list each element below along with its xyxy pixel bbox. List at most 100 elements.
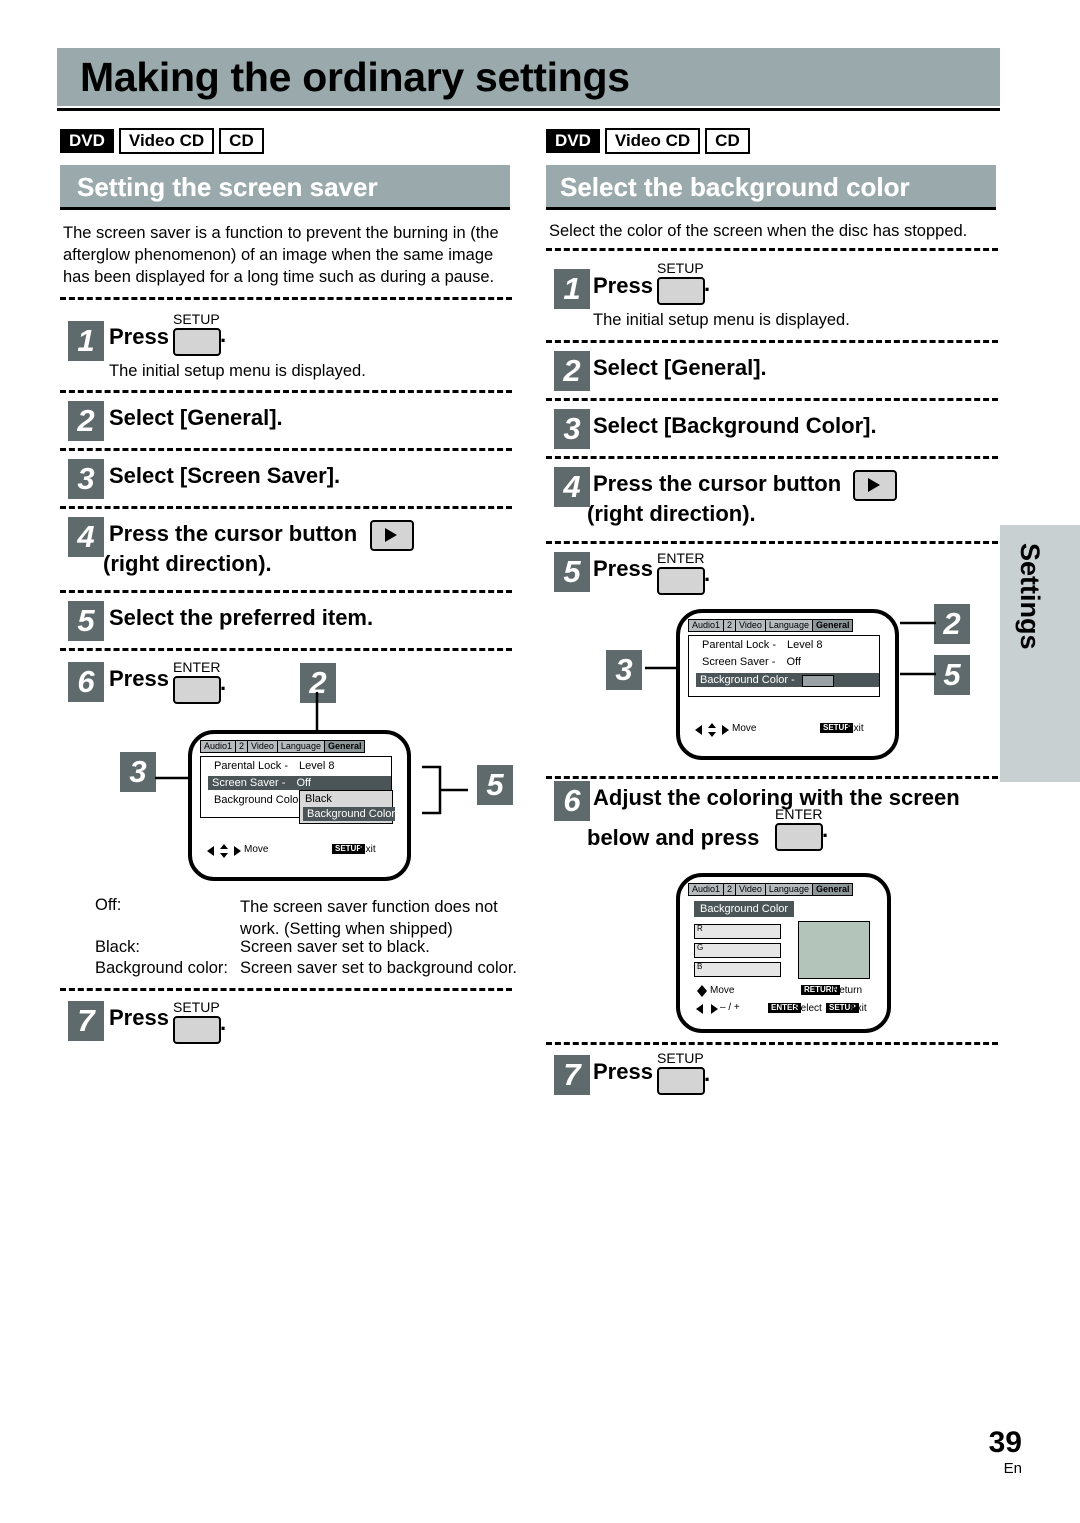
badge-videocd: Video CD — [118, 128, 215, 154]
left-osd-row-parental: Parental Lock - Level 8 — [214, 760, 335, 772]
left-media-badges: DVD Video CD CD — [60, 128, 264, 154]
right-osd2-select-label: Select — [794, 1003, 822, 1014]
tab-video-r2[interactable]: Video — [735, 883, 766, 896]
badge-cd: CD — [219, 128, 264, 154]
left-osd-row-bgcolor-label: Background Color - — [214, 794, 309, 806]
right-osd1-row-parental: Parental Lock - Level 8 — [702, 639, 823, 651]
setup-button-icon — [173, 328, 221, 356]
right-osd1-row-screensaver: Screen Saver - Off — [702, 656, 801, 668]
left-step-1-key-label: SETUP — [173, 311, 220, 327]
left-dash-5 — [60, 590, 512, 593]
left-osd-screen: Audio1 2 Video Language General Parental… — [188, 730, 411, 881]
tab-video-r1[interactable]: Video — [735, 619, 766, 632]
right-dash-1 — [546, 248, 998, 251]
right-step-1-period: . — [704, 271, 711, 296]
left-step-5-text: Select the preferred item. — [109, 605, 374, 630]
left-step-6-number: 6 — [68, 662, 104, 702]
right-media-badges: DVD Video CD CD — [546, 128, 750, 154]
dpad-icon — [207, 844, 241, 858]
manual-page: Making the ordinary settings DVD Video C… — [0, 0, 1080, 1523]
left-dash-6 — [60, 648, 512, 651]
page-title: Making the ordinary settings — [80, 54, 630, 100]
tab-general-r1[interactable]: General — [811, 619, 854, 632]
right-callout-3: 3 — [606, 650, 642, 690]
tab-audio1-r1[interactable]: Audio1 — [688, 619, 725, 632]
tab-video[interactable]: Video — [247, 740, 278, 753]
right-osd2-move-label: Move — [710, 985, 735, 996]
left-step-1-period: . — [220, 322, 227, 347]
tab-general[interactable]: General — [323, 740, 366, 753]
option-off-desc: The screen saver function does not work.… — [240, 898, 498, 938]
right-step-5-text: Press — [593, 556, 653, 581]
right-osd1-row-parental-value: Level 8 — [787, 639, 823, 651]
left-osd-row-screensaver[interactable]: Screen Saver - Off — [208, 776, 391, 790]
right-step-3-number: 3 — [554, 409, 590, 449]
option-black-label: Black: — [95, 938, 140, 956]
left-step-1-note: The initial setup menu is displayed. — [109, 362, 366, 380]
tab-language-r1[interactable]: Language — [764, 619, 813, 632]
dpad-icon-2 — [695, 723, 729, 737]
right-osd-screen-2: Audio1 2 Video Language General Backgrou… — [676, 873, 891, 1033]
right-step-6-key-label: ENTER — [775, 806, 823, 822]
left-dash-4 — [60, 506, 512, 509]
right-step-4-text: Press the cursor button — [593, 471, 842, 496]
enter-button-icon-2 — [657, 567, 705, 595]
cursor-right-button-icon-2 — [853, 470, 897, 501]
tab-audio1[interactable]: Audio1 — [200, 740, 237, 753]
tab-language-r2[interactable]: Language — [764, 883, 813, 896]
left-osd-row-screensaver-label: Screen Saver - — [212, 777, 286, 789]
left-step-6-key-label: ENTER — [173, 659, 221, 675]
left-step-1-text: Press — [109, 324, 169, 349]
right-osd1-tabs: Audio1 2 Video Language General — [688, 619, 854, 632]
right-osd1-row-screensaver-label: Screen Saver - — [702, 656, 776, 668]
left-dash-3 — [60, 448, 512, 451]
left-osd-tabs: Audio1 2 Video Language General — [200, 740, 366, 753]
right-step-1-number: 1 — [554, 269, 590, 309]
right-osd1-row-screensaver-value: Off — [786, 656, 801, 668]
color-preview-swatch — [798, 921, 870, 979]
left-step-1-number: 1 — [68, 321, 104, 361]
enter-button-icon-3 — [775, 823, 823, 851]
slider-r-label: R — [697, 924, 703, 933]
slider-r-track[interactable] — [694, 924, 781, 939]
left-callout-5: 5 — [477, 765, 513, 805]
right-callout-2-line — [900, 621, 936, 625]
right-osd2-title: Background Color — [694, 901, 795, 917]
left-osd-dropdown-item-bgcolor[interactable]: Background Color — [303, 807, 395, 821]
left-step-3-number: 3 — [68, 459, 104, 499]
right-dash-5 — [546, 541, 998, 544]
left-step-4-text2: (right direction). — [103, 551, 272, 576]
right-step-7-key-label: SETUP — [657, 1050, 704, 1066]
updown-icon — [697, 985, 707, 997]
right-step-7-text: Press — [593, 1059, 653, 1084]
badge-dvd-right: DVD — [546, 129, 600, 153]
left-osd-dropdown-item-black[interactable]: Black — [305, 793, 332, 805]
page-number-block: 39 En — [989, 1426, 1022, 1477]
left-dash-7 — [60, 988, 512, 991]
badge-cd-right: CD — [705, 128, 750, 154]
left-section-rule — [60, 207, 510, 210]
option-bgcolor-desc: Screen saver set to background color. — [240, 959, 517, 977]
right-intro-text: Select the color of the screen when the … — [549, 222, 968, 240]
left-step-5-number: 5 — [68, 601, 104, 641]
page-number: 39 — [988, 1426, 1022, 1459]
title-rule — [57, 108, 1000, 111]
tab-general-r2[interactable]: General — [811, 883, 854, 896]
leftright-icon — [696, 1004, 718, 1014]
tab-language[interactable]: Language — [276, 740, 325, 753]
left-step-7-text: Press — [109, 1005, 169, 1030]
left-intro-text: The screen saver is a function to preven… — [63, 224, 499, 286]
slider-b-track[interactable] — [694, 962, 781, 977]
enter-button-icon — [173, 676, 221, 704]
left-step-6-text: Press — [109, 666, 169, 691]
slider-g-track[interactable] — [694, 943, 781, 958]
left-callout-5-bracket — [422, 765, 468, 815]
right-osd1-row-bgcolor[interactable]: Background Color - — [696, 673, 879, 687]
right-dash-4 — [546, 456, 998, 459]
right-dash-3 — [546, 398, 998, 401]
left-dash-2 — [60, 390, 512, 393]
right-step-4-text2: (right direction). — [587, 501, 756, 526]
tab-audio1-r2[interactable]: Audio1 — [688, 883, 725, 896]
left-section-heading: Setting the screen saver — [77, 172, 378, 202]
left-osd-row-parental-label: Parental Lock - — [214, 760, 288, 772]
